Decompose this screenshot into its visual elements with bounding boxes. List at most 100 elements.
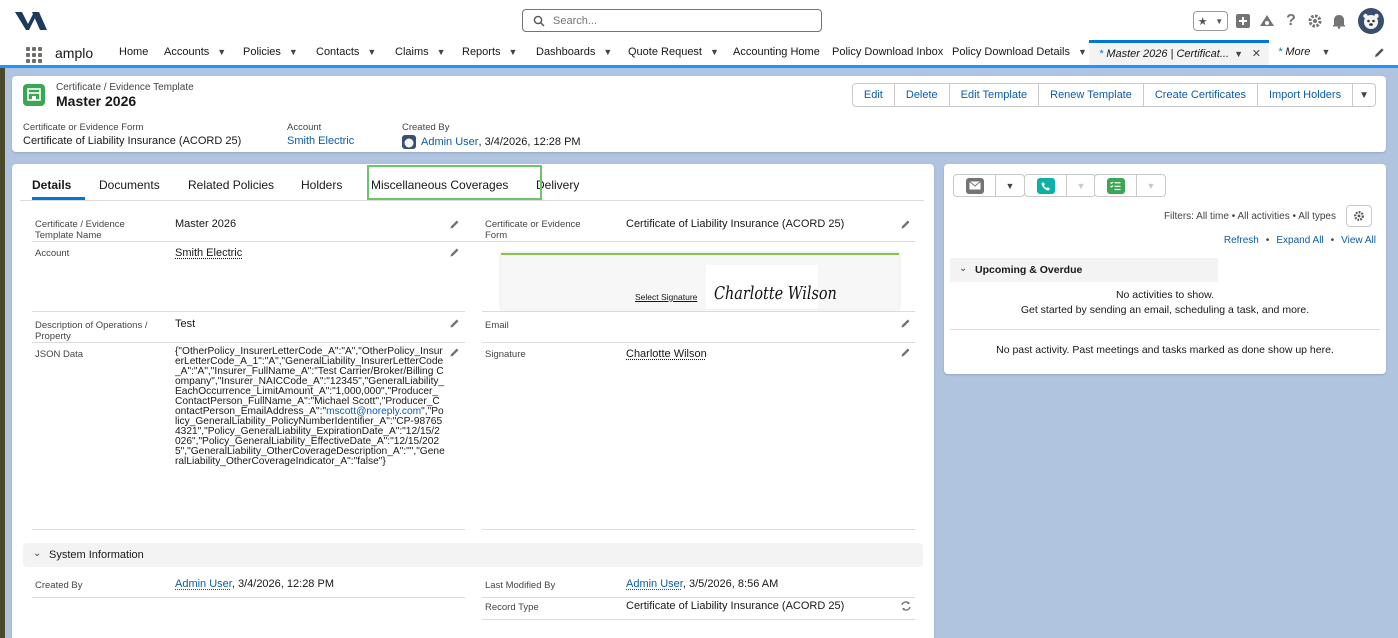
view-all-link[interactable]: View All xyxy=(1341,235,1376,246)
tab-related-policies[interactable]: Related Policies xyxy=(188,178,274,192)
expand-all-link[interactable]: Expand All xyxy=(1276,235,1323,246)
divider xyxy=(32,311,465,312)
system-information-section[interactable]: ⌄ System Information xyxy=(23,543,923,567)
more-actions-button[interactable]: ▼ xyxy=(1353,83,1376,107)
highlight-created-by: Created By Admin User , 3/4/2026, 12:28 … xyxy=(402,122,581,149)
nav-more[interactable]: * More ▼ xyxy=(1278,40,1330,65)
edit-pencil-icon[interactable] xyxy=(901,318,911,328)
chevron-down-icon[interactable]: ▼ xyxy=(509,40,518,65)
gear-icon[interactable] xyxy=(1306,12,1324,30)
chevron-down-icon[interactable]: ▼ xyxy=(367,40,376,65)
edit-pencil-icon[interactable] xyxy=(450,219,460,229)
edit-pencil-icon[interactable] xyxy=(901,347,911,357)
nav-item-claims[interactable]: Claims ▼ xyxy=(395,40,446,65)
nav-item-accounts[interactable]: Accounts ▼ xyxy=(164,40,226,65)
filter-settings-button[interactable] xyxy=(1346,205,1372,227)
json-data-value: {"OtherPolicy_InsurerLetterCode_A":"A","… xyxy=(175,347,445,467)
created-by-user-link[interactable]: Admin User xyxy=(175,578,232,590)
chevron-down-icon[interactable]: ▼ xyxy=(710,40,719,65)
app-launcher-icon[interactable] xyxy=(26,47,42,63)
nav-item-policy-download-inbox[interactable]: Policy Download Inbox xyxy=(832,40,943,65)
close-icon[interactable]: ✕ xyxy=(1252,43,1261,65)
modified-by-user-link[interactable]: Admin User xyxy=(626,578,683,590)
nav-item-home[interactable]: Home xyxy=(119,40,148,65)
account-link[interactable]: Smith Electric xyxy=(175,247,242,259)
nav-item-quote-request[interactable]: Quote Request ▼ xyxy=(628,40,719,65)
favorites-button[interactable]: ★ ▼ xyxy=(1193,11,1228,31)
chevron-down-icon[interactable]: ▼ xyxy=(1234,43,1243,65)
delete-button[interactable]: Delete xyxy=(895,83,950,107)
search-input[interactable] xyxy=(553,12,813,29)
activity-links: Refresh • Expand All • View All xyxy=(1224,235,1376,246)
signature-link[interactable]: Charlotte Wilson xyxy=(626,348,707,360)
help-icon[interactable]: ? xyxy=(1282,12,1300,30)
tab-holders[interactable]: Holders xyxy=(301,178,342,192)
highlight-account: Account Smith Electric xyxy=(287,122,354,147)
edit-pencil-icon[interactable] xyxy=(450,347,460,357)
signature-script: Charlotte Wilson xyxy=(714,283,837,304)
create-certificates-button[interactable]: Create Certificates xyxy=(1144,83,1258,107)
chevron-down-icon[interactable]: ▼ xyxy=(289,40,298,65)
chevron-down-icon[interactable]: ▼ xyxy=(437,40,446,65)
nav-item-label: Home xyxy=(119,46,148,58)
bell-icon[interactable] xyxy=(1330,12,1348,30)
log-call-button[interactable] xyxy=(1025,175,1067,196)
chevron-down-icon: ⌄ xyxy=(33,548,41,559)
divider xyxy=(950,329,1380,330)
company-logo[interactable] xyxy=(15,10,47,32)
nav-item-accounting-home[interactable]: Accounting Home xyxy=(733,40,820,65)
account-link[interactable]: Smith Electric xyxy=(287,135,354,147)
new-task-button[interactable] xyxy=(1095,175,1137,196)
edit-template-button[interactable]: Edit Template xyxy=(950,83,1039,107)
edit-nav-icon[interactable] xyxy=(1374,47,1385,58)
record-tabs: Details Documents Related Policies Holde… xyxy=(20,164,924,201)
chevron-down-icon[interactable]: ▼ xyxy=(217,40,226,65)
global-search[interactable] xyxy=(522,9,822,32)
trailhead-icon[interactable] xyxy=(1258,12,1276,30)
record-title: Master 2026 xyxy=(56,93,136,109)
divider xyxy=(32,597,465,598)
highlight-value: Certificate of Liability Insurance (ACOR… xyxy=(23,135,241,147)
nav-item-reports[interactable]: Reports ▼ xyxy=(462,40,517,65)
record-object-type: Certificate / Evidence Template xyxy=(56,82,194,93)
email-action-group: ▼ xyxy=(953,174,1025,197)
highlight-label: Account xyxy=(287,122,354,133)
task-icon xyxy=(1107,178,1125,194)
tab-master-2026[interactable]: * Master 2026 | Certificat... ▼ ✕ xyxy=(1089,40,1269,65)
divider xyxy=(32,342,465,343)
avatar-icon[interactable] xyxy=(1358,8,1384,34)
chevron-down-icon: ⌄ xyxy=(959,263,967,274)
refresh-link[interactable]: Refresh xyxy=(1224,235,1259,246)
active-tab-indicator xyxy=(32,197,85,200)
tab-details[interactable]: Details xyxy=(32,178,71,192)
edit-pencil-icon[interactable] xyxy=(450,318,460,328)
edit-pencil-icon[interactable] xyxy=(450,247,460,257)
edit-button[interactable]: Edit xyxy=(852,83,895,107)
chevron-down-icon[interactable]: ▼ xyxy=(1078,40,1087,65)
nav-item-contacts[interactable]: Contacts ▼ xyxy=(316,40,376,65)
chevron-down-icon[interactable]: ▼ xyxy=(996,175,1024,196)
email-button[interactable] xyxy=(954,175,996,196)
select-signature-link[interactable]: Select Signature xyxy=(635,292,697,302)
signature-image[interactable]: Charlotte Wilson xyxy=(706,265,818,309)
nav-item-policy-download-details[interactable]: Policy Download Details ▼ xyxy=(952,40,1087,65)
tab-delivery[interactable]: Delivery xyxy=(536,178,579,192)
import-holders-button[interactable]: Import Holders xyxy=(1258,83,1353,107)
nav-item-label: Dashboards xyxy=(536,46,595,58)
chevron-down-icon[interactable]: ▼ xyxy=(1067,175,1095,196)
edit-pencil-icon[interactable] xyxy=(901,219,911,229)
email-label: Email xyxy=(485,320,509,331)
nav-item-dashboards[interactable]: Dashboards ▼ xyxy=(536,40,612,65)
divider xyxy=(32,241,915,242)
upcoming-overdue-section[interactable]: ⌄ Upcoming & Overdue xyxy=(950,258,1218,282)
renew-template-button[interactable]: Renew Template xyxy=(1039,83,1144,107)
change-record-type-icon[interactable] xyxy=(901,601,911,611)
nav-item-policies[interactable]: Policies ▼ xyxy=(243,40,298,65)
chevron-down-icon[interactable]: ▼ xyxy=(1137,175,1165,196)
add-icon[interactable] xyxy=(1234,12,1252,30)
tab-documents[interactable]: Documents xyxy=(99,178,160,192)
created-by-link[interactable]: Admin User xyxy=(421,136,478,148)
nav-more-label: More xyxy=(1285,46,1310,58)
chevron-down-icon[interactable]: ▼ xyxy=(1321,40,1330,65)
chevron-down-icon[interactable]: ▼ xyxy=(603,40,612,65)
